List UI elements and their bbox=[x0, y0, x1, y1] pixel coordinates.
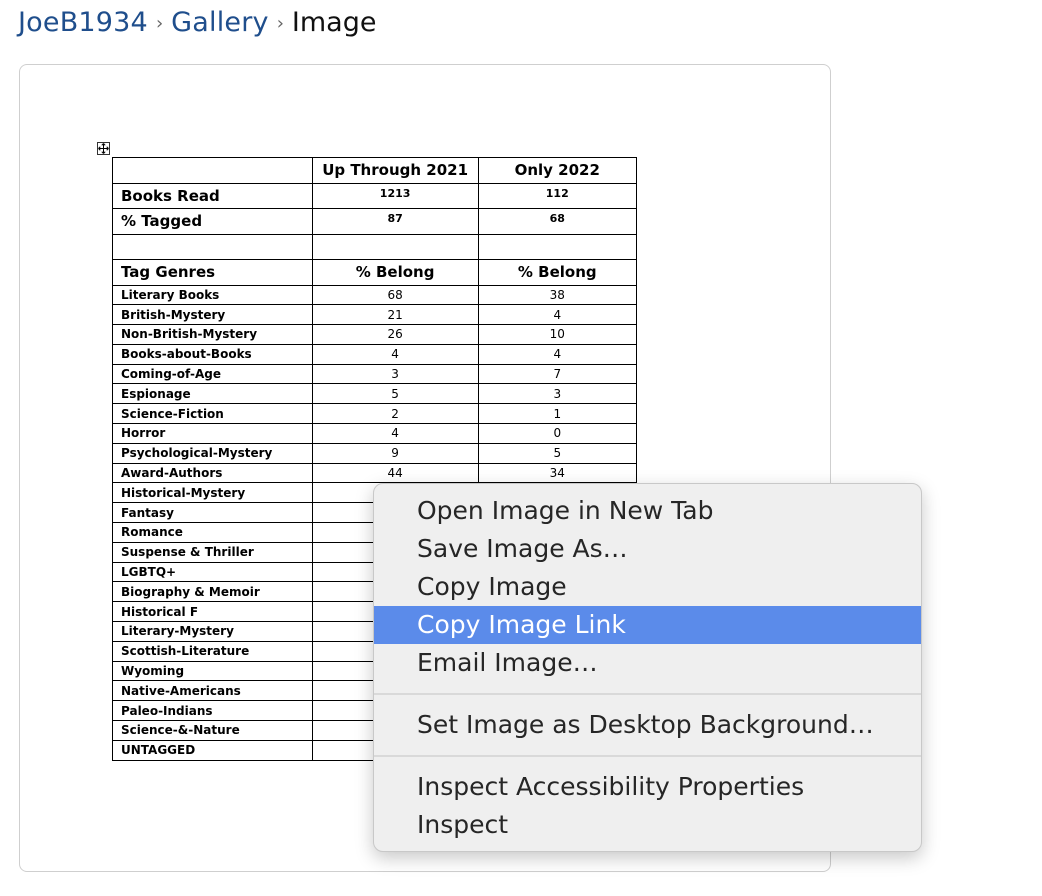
table-row: Award-Authors 44 34 bbox=[112, 462, 638, 484]
menu-item-set-desktop-background[interactable]: Set Image as Desktop Background… bbox=[374, 706, 921, 744]
menu-item-inspect[interactable]: Inspect bbox=[374, 806, 921, 844]
value-cell: 38 bbox=[477, 284, 638, 306]
row-label-cell: Suspense & Thriller bbox=[112, 541, 313, 563]
row-label-cell: Tag Genres bbox=[112, 259, 313, 286]
row-label-cell: Historical F bbox=[112, 601, 313, 623]
menu-item-inspect-accessibility[interactable]: Inspect Accessibility Properties bbox=[374, 768, 921, 806]
row-label-cell: Award-Authors bbox=[112, 462, 313, 484]
value-cell: 2 bbox=[311, 403, 479, 425]
value-cell: 21 bbox=[311, 304, 479, 326]
row-label-cell: Scottish-Literature bbox=[112, 640, 313, 662]
value-cell: 9 bbox=[311, 442, 479, 464]
row-label-cell: Fantasy bbox=[112, 502, 313, 524]
row-label-cell: Native-Americans bbox=[112, 680, 313, 702]
row-label-cell: Books-about-Books bbox=[112, 343, 313, 365]
table-row bbox=[112, 233, 638, 260]
value-cell: 4 bbox=[311, 343, 479, 365]
table-row: Books Read 1213 112 bbox=[112, 182, 638, 209]
table-move-handle-icon bbox=[97, 142, 110, 155]
value-cell: 1 bbox=[477, 403, 638, 425]
table-row: Up Through 2021 Only 2022 bbox=[112, 157, 638, 184]
value-cell: 1213 bbox=[311, 182, 479, 209]
row-label-cell: Literary Books bbox=[112, 284, 313, 306]
value-cell: 4 bbox=[311, 423, 479, 444]
menu-item-open-image-new-tab[interactable]: Open Image in New Tab bbox=[374, 492, 921, 530]
table-row: Psychological-Mystery 9 5 bbox=[112, 442, 638, 464]
value-cell: 10 bbox=[477, 324, 638, 345]
table-row: Science-Fiction 2 1 bbox=[112, 403, 638, 425]
row-label-cell: Psychological-Mystery bbox=[112, 442, 313, 464]
value-cell: 87 bbox=[311, 208, 479, 235]
value-cell: 112 bbox=[477, 182, 638, 209]
row-label-cell: Books Read bbox=[112, 182, 313, 209]
row-label-cell: British-Mystery bbox=[112, 304, 313, 326]
breadcrumb-current: Image bbox=[291, 6, 377, 38]
menu-item-copy-image[interactable]: Copy Image bbox=[374, 568, 921, 606]
table-row: Horror 4 0 bbox=[112, 423, 638, 444]
row-label-cell: Romance bbox=[112, 522, 313, 543]
row-label-cell: Science-&-Nature bbox=[112, 720, 313, 741]
menu-item-save-image-as[interactable]: Save Image As… bbox=[374, 530, 921, 568]
breadcrumb-user-link[interactable]: JoeB1934 bbox=[18, 7, 148, 38]
context-menu: Open Image in New Tab Save Image As… Cop… bbox=[373, 483, 922, 852]
row-label-cell: % Tagged bbox=[112, 208, 313, 235]
table-row: % Tagged 87 68 bbox=[112, 208, 638, 235]
row-label-cell: Paleo-Indians bbox=[112, 700, 313, 722]
row-label-cell: LGBTQ+ bbox=[112, 561, 313, 583]
value-cell bbox=[477, 233, 638, 260]
menu-item-email-image[interactable]: Email Image… bbox=[374, 644, 921, 682]
row-label-cell: UNTAGGED bbox=[112, 739, 313, 761]
breadcrumb-chevron-icon: › bbox=[276, 12, 284, 34]
row-label-cell: Science-Fiction bbox=[112, 403, 313, 425]
breadcrumb-gallery-link[interactable]: Gallery bbox=[171, 7, 269, 38]
row-label-cell bbox=[112, 233, 313, 260]
row-label-cell: Horror bbox=[112, 423, 313, 444]
table-row: Tag Genres% Belong% Belong bbox=[112, 259, 638, 286]
value-cell: Only 2022 bbox=[477, 157, 638, 184]
table-row: Coming-of-Age 3 7 bbox=[112, 363, 638, 385]
row-label-cell: Historical-Mystery bbox=[112, 482, 313, 504]
row-label-cell: Coming-of-Age bbox=[112, 363, 313, 385]
breadcrumb-chevron-icon: › bbox=[155, 12, 164, 34]
value-cell: 5 bbox=[311, 383, 479, 405]
menu-item-copy-image-link[interactable]: Copy Image Link bbox=[374, 606, 921, 644]
value-cell: 44 bbox=[311, 462, 479, 484]
menu-divider bbox=[374, 755, 921, 757]
value-cell: 34 bbox=[477, 462, 638, 484]
row-label-cell bbox=[112, 157, 313, 184]
value-cell: 4 bbox=[477, 304, 638, 326]
table-row: Literary Books 68 38 bbox=[112, 284, 638, 306]
value-cell: % Belong bbox=[311, 259, 479, 286]
row-label-cell: Non-British-Mystery bbox=[112, 324, 313, 345]
value-cell: 0 bbox=[477, 423, 638, 444]
value-cell: 4 bbox=[477, 343, 638, 365]
table-row: Non-British-Mystery 26 10 bbox=[112, 324, 638, 345]
row-label-cell: Literary-Mystery bbox=[112, 621, 313, 642]
value-cell: % Belong bbox=[477, 259, 638, 286]
row-label-cell: Espionage bbox=[112, 383, 313, 405]
value-cell: Up Through 2021 bbox=[311, 157, 479, 184]
value-cell: 26 bbox=[311, 324, 479, 345]
breadcrumb: JoeB1934 › Gallery › Image bbox=[18, 4, 376, 40]
value-cell: 7 bbox=[477, 363, 638, 385]
menu-divider bbox=[374, 693, 921, 695]
value-cell bbox=[311, 233, 479, 260]
value-cell: 68 bbox=[311, 284, 479, 306]
value-cell: 3 bbox=[477, 383, 638, 405]
value-cell: 3 bbox=[311, 363, 479, 385]
value-cell: 5 bbox=[477, 442, 638, 464]
table-row: Espionage 5 3 bbox=[112, 383, 638, 405]
row-label-cell: Biography & Memoir bbox=[112, 581, 313, 603]
value-cell: 68 bbox=[477, 208, 638, 235]
table-row: British-Mystery 21 4 bbox=[112, 304, 638, 326]
row-label-cell: Wyoming bbox=[112, 660, 313, 682]
table-row: Books-about-Books 4 4 bbox=[112, 343, 638, 365]
